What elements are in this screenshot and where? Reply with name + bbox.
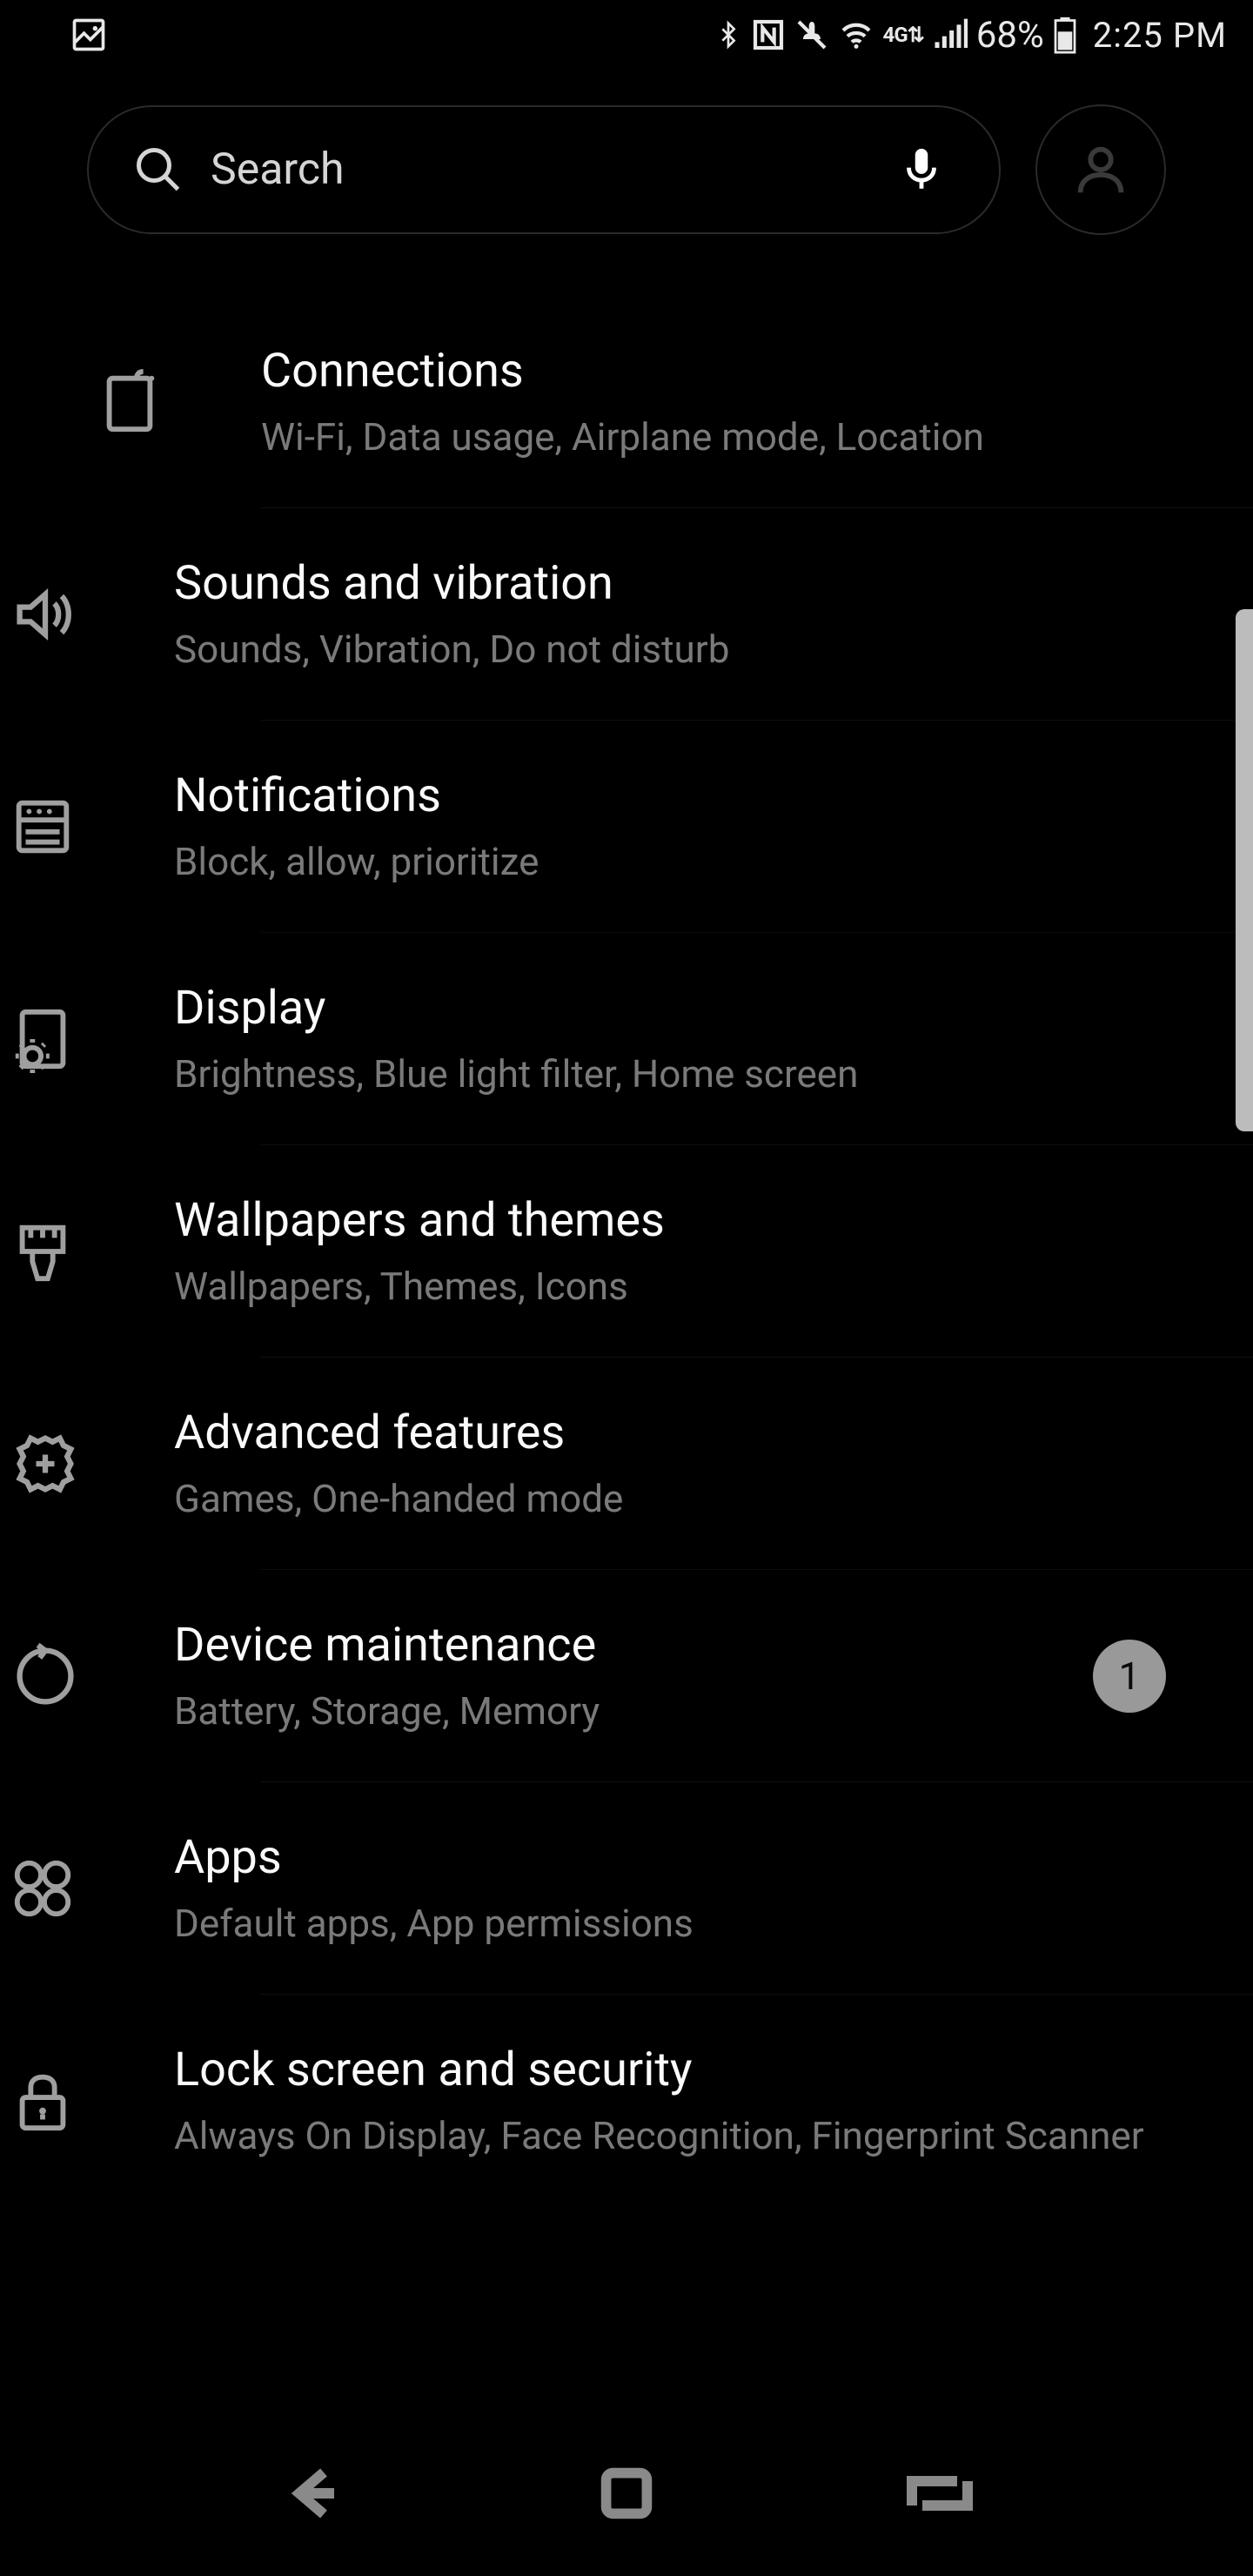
- person-icon: [1070, 139, 1131, 200]
- apps-icon: [9, 1855, 77, 1922]
- setting-subtitle: Games, One-handed mode: [174, 1476, 1166, 1521]
- notifications-icon: [9, 793, 77, 861]
- setting-item-apps[interactable]: Apps Default apps, App permissions: [261, 1781, 1253, 1994]
- setting-subtitle: Battery, Storage, Memory: [174, 1688, 1075, 1734]
- search-area: Search: [0, 70, 1253, 270]
- setting-title: Notifications: [174, 768, 1166, 823]
- setting-subtitle: Block, allow, prioritize: [174, 839, 1166, 884]
- status-left: [70, 16, 108, 54]
- refresh-icon: [9, 1640, 82, 1713]
- setting-subtitle: Always On Display, Face Recognition, Fin…: [174, 2113, 1166, 2158]
- back-button[interactable]: [278, 2459, 348, 2528]
- recents-button[interactable]: [905, 2467, 975, 2519]
- search-bar[interactable]: Search: [87, 105, 1001, 234]
- notification-badge: 1: [1093, 1640, 1166, 1713]
- settings-list: Connections Wi-Fi, Data usage, Airplane …: [0, 270, 1253, 2206]
- setting-item-wallpapers[interactable]: Wallpapers and themes Wallpapers, Themes…: [261, 1144, 1253, 1357]
- clock: 2:25 PM: [1093, 15, 1227, 56]
- wifi-icon: [838, 17, 874, 52]
- setting-subtitle: Wi-Fi, Data usage, Airplane mode, Locati…: [261, 414, 1166, 460]
- setting-item-notifications[interactable]: Notifications Block, allow, prioritize: [261, 720, 1253, 932]
- sound-icon: [9, 578, 82, 651]
- setting-subtitle: Wallpapers, Themes, Icons: [174, 1264, 1166, 1309]
- setting-title: Apps: [174, 1830, 1166, 1885]
- battery-percent: 68%: [976, 14, 1044, 57]
- mic-icon[interactable]: [896, 144, 947, 195]
- setting-title: Lock screen and security: [174, 2043, 1166, 2097]
- setting-item-maintenance[interactable]: Device maintenance Battery, Storage, Mem…: [261, 1569, 1253, 1781]
- home-button[interactable]: [593, 2459, 660, 2527]
- mute-icon: [794, 17, 829, 52]
- display-icon: [9, 1005, 77, 1073]
- scroll-indicator[interactable]: [1236, 609, 1253, 1131]
- setting-title: Display: [174, 981, 1166, 1036]
- setting-item-sounds[interactable]: Sounds and vibration Sounds, Vibration, …: [261, 507, 1253, 720]
- bluetooth-icon: [714, 17, 742, 52]
- status-right: 4G⇅ 68% 2:25 PM: [714, 14, 1227, 57]
- setting-title: Device maintenance: [174, 1618, 1075, 1673]
- signal-icon: [933, 17, 968, 52]
- image-icon: [70, 16, 108, 54]
- setting-item-lockscreen[interactable]: Lock screen and security Always On Displ…: [261, 1994, 1253, 2206]
- setting-title: Wallpapers and themes: [174, 1193, 1166, 1248]
- nfc-icon: [751, 17, 786, 52]
- setting-subtitle: Sounds, Vibration, Do not disturb: [174, 627, 1166, 672]
- navigation-bar: [0, 2428, 1253, 2576]
- setting-item-connections[interactable]: Connections Wi-Fi, Data usage, Airplane …: [0, 296, 1253, 507]
- search-icon: [132, 144, 184, 196]
- brush-icon: [9, 1218, 77, 1285]
- gear-plus-icon: [9, 1427, 82, 1500]
- setting-title: Connections: [261, 344, 1166, 399]
- search-placeholder: Search: [211, 144, 870, 195]
- lock-icon: [9, 2067, 77, 2135]
- profile-button[interactable]: [1035, 104, 1166, 235]
- setting-title: Sounds and vibration: [174, 556, 1166, 611]
- setting-subtitle: Default apps, App permissions: [174, 1901, 1166, 1946]
- status-bar: 4G⇅ 68% 2:25 PM: [0, 0, 1253, 70]
- setting-item-display[interactable]: Display Brightness, Blue light filter, H…: [261, 932, 1253, 1144]
- network-type: 4G⇅: [883, 23, 924, 47]
- setting-title: Advanced features: [174, 1405, 1166, 1460]
- setting-item-advanced[interactable]: Advanced features Games, One-handed mode: [261, 1357, 1253, 1569]
- battery-icon: [1053, 16, 1077, 54]
- connections-icon: [96, 368, 164, 436]
- setting-subtitle: Brightness, Blue light filter, Home scre…: [174, 1051, 1166, 1097]
